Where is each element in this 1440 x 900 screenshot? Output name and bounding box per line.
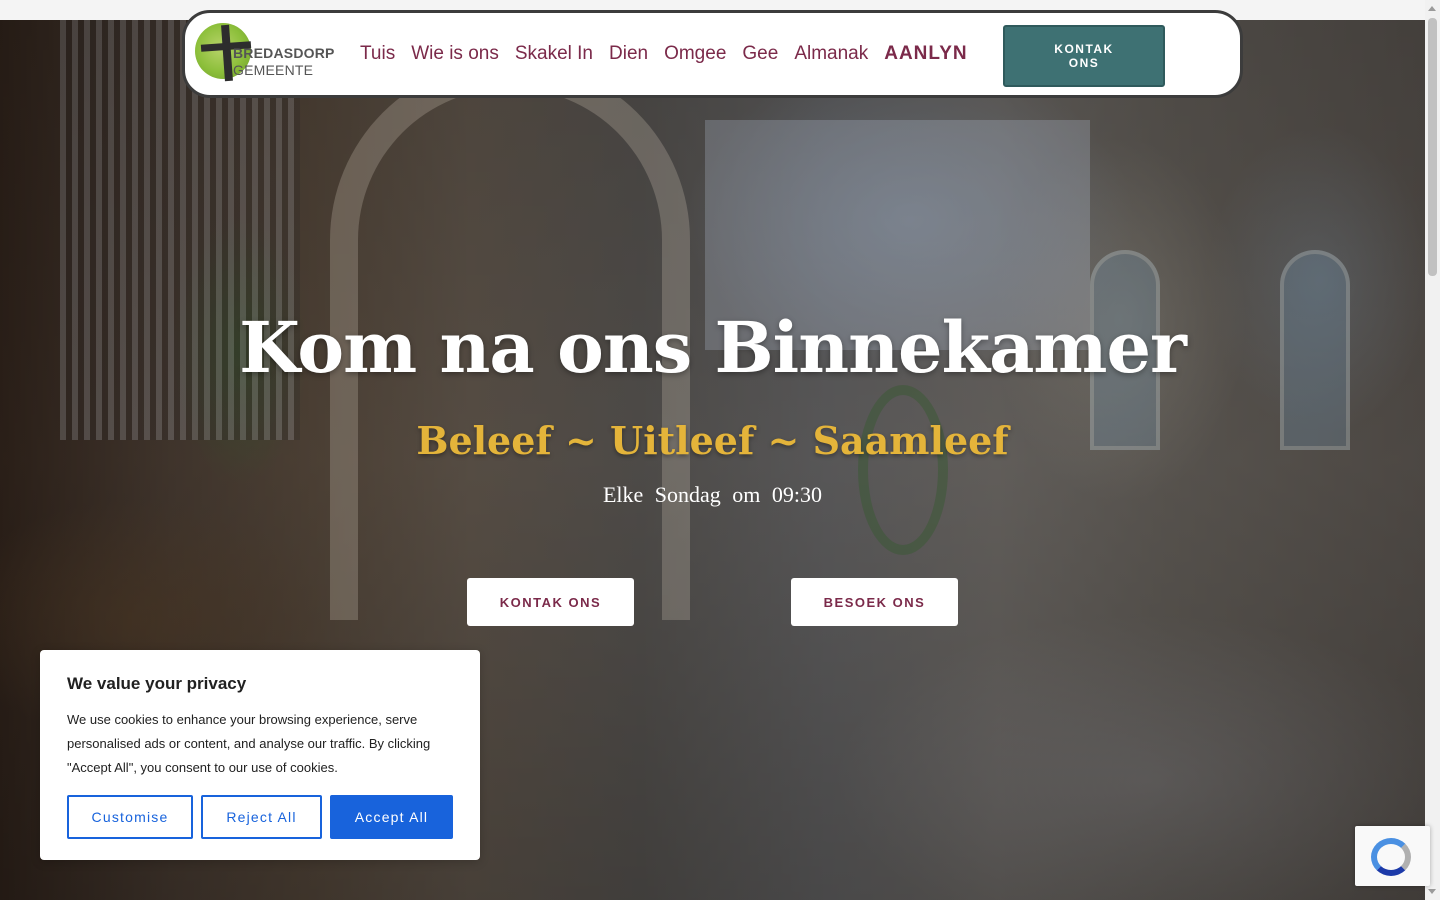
logo-text-line1: BREDASDORP [233,45,335,61]
main-nav: Tuis Wie is ons Skakel In Dien Omgee Gee… [360,43,984,65]
hero-contact-button[interactable]: KONTAK ONS [467,578,634,626]
scrollbar-thumb[interactable] [1428,18,1437,276]
nav-item-gee[interactable]: Gee [742,43,778,65]
cookie-customise-button[interactable]: Customise [67,795,193,839]
cookie-accept-button[interactable]: Accept All [330,795,453,839]
page-scrollbar[interactable] [1425,0,1440,900]
cookie-button-row: Customise Reject All Accept All [67,795,453,839]
scroll-down-arrow-icon[interactable] [1428,889,1436,894]
site-header: BREDASDORP GEMEENTE Tuis Wie is ons Skak… [182,10,1243,98]
hero-visit-button[interactable]: BESOEK ONS [791,578,958,626]
service-time: Elke Sondag om 09:30 [602,482,823,507]
nav-item-aanlyn[interactable]: AANLYN [884,43,967,65]
cookie-title: We value your privacy [67,674,247,693]
recaptcha-icon [1371,838,1411,876]
cookie-consent-dialog: We value your privacy We use cookies to … [40,650,480,860]
hero-title: Kom na ons Binnekamer [239,306,1187,389]
scroll-up-arrow-icon[interactable] [1428,6,1436,11]
header-contact-button[interactable]: KONTAK ONS [1003,25,1165,87]
logo-text-line2: GEMEENTE [233,62,314,78]
nav-item-almanak[interactable]: Almanak [794,43,868,65]
nav-item-tuis[interactable]: Tuis [360,43,395,65]
nav-item-omgee[interactable]: Omgee [664,43,726,65]
hero-subtitle: Beleef ~ Uitleef ~ Saamleef [416,418,1009,463]
cookie-description: We use cookies to enhance your browsing … [67,712,431,775]
recaptcha-badge[interactable] [1355,826,1430,886]
cookie-reject-button[interactable]: Reject All [201,795,322,839]
header-contact-label: KONTAK ONS [1054,42,1114,70]
site-logo[interactable]: BREDASDORP GEMEENTE [193,21,335,85]
nav-item-dien[interactable]: Dien [609,43,648,65]
nav-item-wie-is-ons[interactable]: Wie is ons [411,43,499,65]
nav-item-skakel-in[interactable]: Skakel In [515,43,593,65]
wreath-decor [858,385,948,555]
